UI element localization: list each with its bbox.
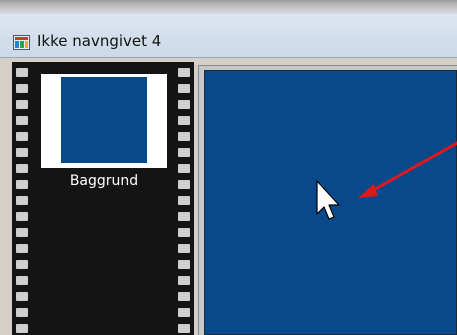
film-hole <box>178 84 190 93</box>
film-hole <box>178 68 190 77</box>
film-hole <box>178 180 190 189</box>
film-hole <box>178 196 190 205</box>
film-hole <box>178 308 190 317</box>
film-hole <box>16 292 28 301</box>
film-hole <box>16 212 28 221</box>
film-hole <box>178 148 190 157</box>
film-hole <box>178 244 190 253</box>
film-hole <box>16 276 28 285</box>
film-hole <box>16 308 28 317</box>
image-canvas[interactable] <box>204 70 457 335</box>
film-hole <box>178 260 190 269</box>
window-title: Ikke navngivet 4 <box>37 32 162 50</box>
film-hole <box>178 292 190 301</box>
film-hole <box>16 84 28 93</box>
film-hole <box>178 228 190 237</box>
film-hole <box>16 164 28 173</box>
film-hole <box>16 100 28 109</box>
film-hole <box>178 116 190 125</box>
film-hole <box>16 132 28 141</box>
film-hole <box>178 132 190 141</box>
film-hole <box>16 148 28 157</box>
film-hole <box>16 68 28 77</box>
film-hole <box>16 228 28 237</box>
frame-preview <box>61 77 147 163</box>
frame-filmstrip[interactable]: Baggrund <box>12 62 194 335</box>
film-hole <box>16 260 28 269</box>
app-icon <box>13 35 30 50</box>
top-window-edge <box>0 0 457 14</box>
film-hole <box>178 164 190 173</box>
film-hole <box>178 212 190 221</box>
film-hole <box>16 244 28 253</box>
frame-thumbnail[interactable] <box>41 74 167 168</box>
film-perforations-right <box>178 62 190 335</box>
film-hole <box>178 100 190 109</box>
film-hole <box>178 324 190 333</box>
title-bar[interactable]: Ikke navngivet 4 <box>0 14 457 58</box>
film-hole <box>16 196 28 205</box>
film-hole <box>16 116 28 125</box>
film-perforations-left <box>16 62 28 335</box>
film-hole <box>16 324 28 333</box>
frame-label: Baggrund <box>69 173 139 189</box>
film-hole <box>16 180 28 189</box>
film-hole <box>178 276 190 285</box>
